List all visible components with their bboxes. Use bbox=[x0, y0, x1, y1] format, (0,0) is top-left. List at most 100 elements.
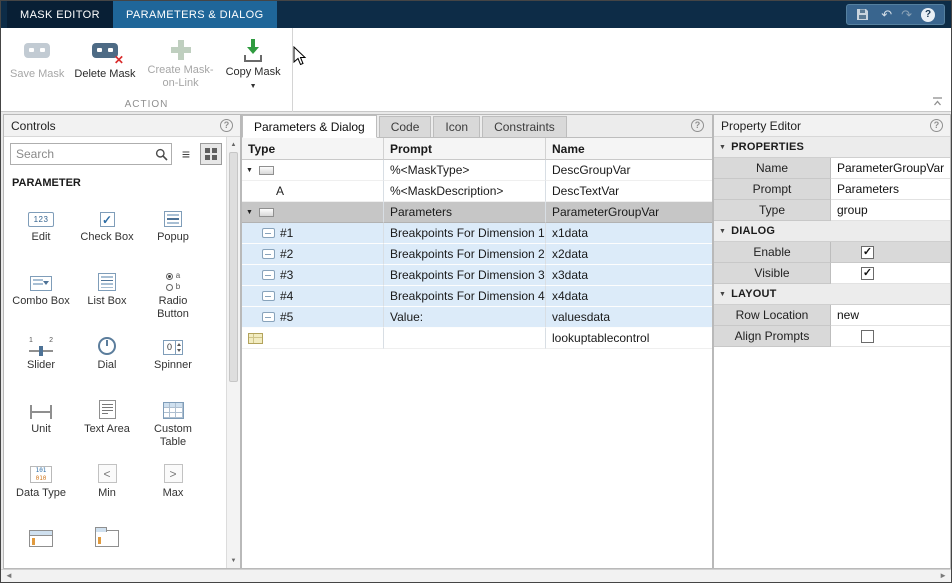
property-row-align-prompts: Align Prompts bbox=[714, 326, 950, 347]
section-properties[interactable]: ▼ PROPERTIES bbox=[714, 137, 950, 158]
controls-scrollbar[interactable]: ▲ ▼ bbox=[226, 137, 240, 568]
control-custom-table[interactable]: Custom Table bbox=[140, 385, 206, 449]
control-max[interactable]: > Max bbox=[140, 449, 206, 513]
control-radio-button[interactable]: a b Radio Button bbox=[140, 257, 206, 321]
section-label: LAYOUT bbox=[731, 288, 776, 300]
help-icon[interactable]: ? bbox=[921, 8, 935, 22]
copy-mask-button[interactable]: Copy Mask ▼ bbox=[223, 34, 284, 92]
table-row-lookuptablecontrol[interactable]: lookuptablecontrol bbox=[242, 328, 712, 349]
table-row-x2data[interactable]: #2 Breakpoints For Dimension 2 : x2data bbox=[242, 244, 712, 265]
table-row-x3data[interactable]: #3 Breakpoints For Dimension 3 : x3data bbox=[242, 265, 712, 286]
tab-constraints[interactable]: Constraints bbox=[482, 116, 567, 137]
chevron-down-icon[interactable]: ▼ bbox=[246, 167, 254, 174]
control-text-area[interactable]: Text Area bbox=[74, 385, 140, 449]
tab-code[interactable]: Code bbox=[379, 116, 432, 137]
tab-icon[interactable]: Icon bbox=[433, 116, 480, 137]
name-cell[interactable]: x2data bbox=[546, 244, 712, 265]
name-cell[interactable]: x4data bbox=[546, 286, 712, 307]
control-min[interactable]: < Min bbox=[74, 449, 140, 513]
prompt-cell[interactable]: %<MaskDescription> bbox=[384, 181, 546, 202]
name-cell[interactable]: valuesdata bbox=[546, 307, 712, 328]
visible-checkbox[interactable]: ✓ bbox=[861, 267, 874, 280]
help-icon[interactable]: ? bbox=[930, 119, 943, 132]
control-tab-container[interactable] bbox=[74, 513, 140, 568]
control-slider[interactable]: 12 Slider bbox=[8, 321, 74, 385]
collapse-left-icon[interactable]: ◄ bbox=[5, 572, 13, 580]
table-row-x1data[interactable]: #1 Breakpoints For Dimension 1 : x1data bbox=[242, 223, 712, 244]
prompt-cell[interactable]: %<MaskType> bbox=[384, 160, 546, 181]
lookup-table-icon bbox=[248, 333, 263, 344]
property-value-prompt[interactable]: Parameters bbox=[831, 179, 950, 200]
name-cell[interactable]: lookuptablecontrol bbox=[546, 328, 712, 349]
delete-mask-button[interactable]: ✕ Delete Mask bbox=[71, 34, 138, 83]
table-row-valuesdata[interactable]: #5 Value: valuesdata bbox=[242, 307, 712, 328]
property-value-type[interactable]: group bbox=[831, 200, 950, 221]
section-dialog[interactable]: ▼ DIALOG bbox=[714, 221, 950, 242]
help-icon[interactable]: ? bbox=[691, 119, 704, 132]
control-spinner[interactable]: 0 Spinner bbox=[140, 321, 206, 385]
control-popup[interactable]: Popup bbox=[140, 193, 206, 257]
max-icon: > bbox=[164, 464, 183, 483]
chevron-down-icon[interactable]: ▼ bbox=[246, 209, 254, 216]
column-header-name[interactable]: Name bbox=[546, 138, 712, 160]
group-icon bbox=[259, 166, 274, 175]
collapse-right-icon[interactable]: ► bbox=[939, 572, 947, 580]
prompt-cell[interactable]: Breakpoints For Dimension 2 : bbox=[384, 244, 546, 265]
search-input[interactable] bbox=[11, 147, 155, 161]
control-edit[interactable]: 123 Edit bbox=[8, 193, 74, 257]
tab-parameters-dialog[interactable]: Parameters & Dialog bbox=[242, 115, 377, 138]
property-value-name[interactable]: ParameterGroupVar bbox=[831, 158, 950, 179]
collapse-ribbon-icon[interactable] bbox=[931, 95, 943, 107]
dropdown-caret-icon[interactable]: ▼ bbox=[250, 83, 257, 90]
text-area-icon bbox=[99, 400, 116, 419]
prompt-cell[interactable]: Breakpoints For Dimension 4 : bbox=[384, 286, 546, 307]
control-group-box[interactable] bbox=[8, 513, 74, 568]
save-mask-button[interactable]: Save Mask bbox=[7, 34, 67, 83]
scroll-up-icon[interactable]: ▲ bbox=[227, 138, 240, 151]
section-layout[interactable]: ▼ LAYOUT bbox=[714, 284, 950, 305]
prompt-cell[interactable] bbox=[384, 328, 546, 349]
enable-checkbox[interactable]: ✓ bbox=[861, 246, 874, 259]
scrollbar-thumb[interactable] bbox=[229, 152, 238, 382]
table-row-desctext[interactable]: A %<MaskDescription> DescTextVar bbox=[242, 181, 712, 202]
tab-parameters-and-dialog[interactable]: PARAMETERS & DIALOG bbox=[113, 1, 277, 28]
prompt-cell[interactable]: Parameters bbox=[384, 202, 546, 223]
parameters-dialog-panel: Parameters & Dialog Code Icon Constraint… bbox=[241, 114, 713, 569]
name-cell[interactable]: ParameterGroupVar bbox=[546, 202, 712, 223]
name-cell[interactable]: x1data bbox=[546, 223, 712, 244]
save-icon[interactable] bbox=[856, 8, 869, 21]
prompt-cell[interactable]: Breakpoints For Dimension 3 : bbox=[384, 265, 546, 286]
control-combo-box[interactable]: Combo Box bbox=[8, 257, 74, 321]
prompt-cell[interactable]: Breakpoints For Dimension 1 : bbox=[384, 223, 546, 244]
name-cell[interactable]: DescTextVar bbox=[546, 181, 712, 202]
property-label: Row Location bbox=[714, 305, 831, 326]
control-list-box[interactable]: List Box bbox=[74, 257, 140, 321]
column-header-prompt[interactable]: Prompt bbox=[384, 138, 546, 160]
column-header-type[interactable]: Type bbox=[242, 138, 384, 160]
control-unit[interactable]: Unit bbox=[8, 385, 74, 449]
spinner-icon: 0 bbox=[163, 340, 183, 355]
list-view-button[interactable]: ≡ bbox=[175, 143, 197, 165]
create-mask-on-link-button[interactable]: Create Mask-on-Link bbox=[143, 34, 219, 92]
scroll-down-icon[interactable]: ▼ bbox=[227, 554, 240, 567]
undo-icon[interactable]: ↶ bbox=[881, 8, 892, 21]
table-row-descgroup[interactable]: ▼ %<MaskType> DescGroupVar bbox=[242, 160, 712, 181]
control-dial[interactable]: Dial bbox=[74, 321, 140, 385]
name-cell[interactable]: DescGroupVar bbox=[546, 160, 712, 181]
list-view-icon: ≡ bbox=[182, 147, 190, 161]
align-prompts-checkbox[interactable] bbox=[861, 330, 874, 343]
parameters-table: Type Prompt Name ▼ %<MaskType> DescGroup… bbox=[242, 138, 712, 568]
table-row-parameter-group-selected[interactable]: ▼ Parameters ParameterGroupVar bbox=[242, 202, 712, 223]
property-value-row-location[interactable]: new bbox=[831, 305, 950, 326]
help-icon[interactable]: ? bbox=[220, 119, 233, 132]
edit-field-icon bbox=[262, 249, 275, 259]
mouse-cursor bbox=[293, 46, 307, 66]
control-data-type[interactable]: 101010 Data Type bbox=[8, 449, 74, 513]
name-cell[interactable]: x3data bbox=[546, 265, 712, 286]
table-row-x4data[interactable]: #4 Breakpoints For Dimension 4 : x4data bbox=[242, 286, 712, 307]
grid-view-button[interactable] bbox=[200, 143, 222, 165]
prompt-cell[interactable]: Value: bbox=[384, 307, 546, 328]
tab-mask-editor[interactable]: MASK EDITOR bbox=[7, 1, 113, 28]
control-check-box[interactable]: ✓ Check Box bbox=[74, 193, 140, 257]
redo-icon[interactable]: ↷ bbox=[901, 8, 912, 21]
